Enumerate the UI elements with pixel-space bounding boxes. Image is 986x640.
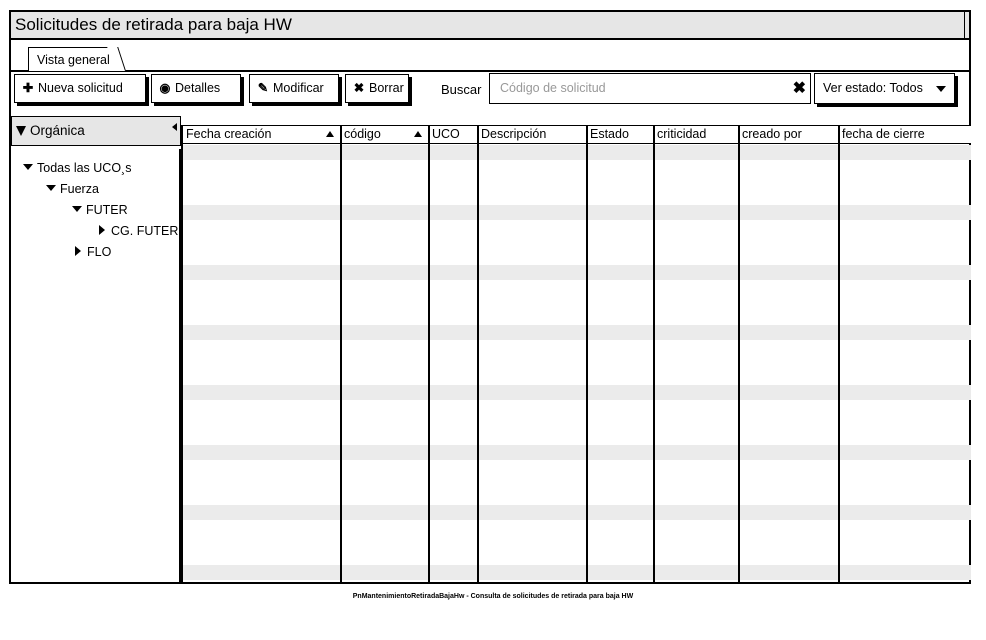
column-header-criticidad[interactable]: criticidad (654, 126, 738, 143)
requests-table: Fecha creación código UCO Descripción Es… (181, 125, 971, 584)
chevron-down-icon (936, 86, 946, 92)
column-header-label: UCO (432, 127, 460, 141)
table-row[interactable] (183, 445, 971, 460)
column-header-label: Descripción (481, 127, 547, 141)
new-request-label: Nueva solicitud (38, 81, 123, 95)
table-row[interactable] (183, 160, 971, 175)
tree-node-label: FLO (87, 245, 112, 259)
column-divider (586, 125, 588, 584)
tab-vista-general[interactable]: Vista general (28, 47, 119, 71)
close-icon: ✖ (353, 81, 365, 95)
details-label: Detalles (175, 81, 221, 95)
table-row[interactable] (183, 265, 971, 280)
sort-asc-icon[interactable] (414, 131, 422, 137)
new-request-button[interactable]: ✚ Nueva solicitud (14, 74, 146, 103)
table-row[interactable] (183, 145, 971, 160)
tree-node[interactable]: FUTER (72, 203, 128, 217)
column-divider (838, 125, 840, 584)
expanded-icon[interactable] (72, 206, 82, 212)
eye-icon: ◉ (159, 81, 171, 95)
search-placeholder: Código de solicitud (500, 81, 606, 95)
table-row[interactable] (183, 385, 971, 400)
title-bar-edge (964, 12, 969, 38)
column-header-fecha-cierre[interactable]: fecha de cierre (839, 126, 971, 143)
table-row[interactable] (183, 175, 971, 190)
column-header-fecha-creacion[interactable]: Fecha creación (183, 126, 340, 143)
table-row[interactable] (183, 325, 971, 340)
edit-label: Modificar (273, 81, 324, 95)
tree-node[interactable]: FLO (75, 245, 111, 259)
search-input[interactable]: Código de solicitud ✖ (489, 73, 811, 104)
title-bar: Solicitudes de retirada para baja HW (11, 12, 969, 40)
tree-node-label: FUTER (86, 203, 128, 217)
column-header-label: Estado (590, 127, 629, 141)
state-filter-select[interactable]: Ver estado: Todos (814, 73, 955, 104)
expanded-icon[interactable] (23, 164, 33, 170)
table-row[interactable] (183, 205, 971, 220)
column-header-label: creado por (742, 127, 802, 141)
delete-label: Borrar (369, 81, 404, 95)
edit-icon: ✎ (257, 81, 269, 95)
tab-row: Vista general (11, 40, 969, 72)
tree-node[interactable]: Todas las UCO¸s (23, 161, 131, 175)
state-filter-value: Ver estado: Todos (823, 81, 923, 95)
column-header-creado-por[interactable]: creado por (739, 126, 838, 143)
table-row[interactable] (183, 505, 971, 520)
plus-icon: ✚ (22, 81, 34, 95)
table-body (183, 145, 971, 584)
app-window: Solicitudes de retirada para baja HW Vis… (9, 10, 971, 584)
column-header-uco[interactable]: UCO (429, 126, 477, 143)
column-header-label: Fecha creación (186, 127, 272, 141)
search-label: Buscar (441, 82, 482, 97)
clear-search-icon[interactable]: ✖ (793, 78, 806, 98)
filter-icon (16, 126, 26, 136)
column-header-estado[interactable]: Estado (587, 126, 653, 143)
tab-label: Vista general (37, 53, 110, 67)
tree-node-label: CG. FUTER (111, 224, 179, 238)
column-divider (738, 125, 740, 584)
column-header-codigo[interactable]: código (341, 126, 428, 143)
column-divider (340, 125, 342, 584)
column-divider (653, 125, 655, 584)
tree-node[interactable]: Fuerza (46, 182, 99, 196)
collapsed-icon[interactable] (99, 225, 105, 235)
expanded-icon[interactable] (46, 185, 56, 191)
sort-asc-icon[interactable] (326, 131, 334, 137)
column-divider (428, 125, 430, 584)
delete-button[interactable]: ✖ Borrar (345, 74, 409, 103)
sidebar-title: Orgánica (30, 123, 85, 138)
column-header-descripcion[interactable]: Descripción (478, 126, 586, 143)
tree-node-label: Todas las UCO¸s (37, 161, 132, 175)
table-row[interactable] (183, 565, 971, 580)
sidebar-header[interactable]: Orgánica (11, 116, 181, 146)
column-header-label: criticidad (657, 127, 707, 141)
footer-caption: PnMantenimientoRetiradaBajaHw - Consulta… (352, 593, 634, 600)
column-header-label: código (344, 127, 381, 141)
collapsed-icon[interactable] (75, 246, 81, 256)
details-button[interactable]: ◉ Detalles (151, 74, 241, 103)
table-header: Fecha creación código UCO Descripción Es… (183, 125, 971, 144)
org-tree: Todas las UCO¸s Fuerza FUTER CG. FUTER F… (11, 149, 181, 584)
collapse-icon[interactable] (172, 123, 177, 131)
tree-node-label: Fuerza (60, 182, 99, 196)
column-header-label: fecha de cierre (842, 127, 925, 141)
tree-node[interactable]: CG. FUTER (99, 224, 178, 238)
column-divider (477, 125, 479, 584)
edit-button[interactable]: ✎ Modificar (249, 74, 339, 103)
window-title: Solicitudes de retirada para baja HW (15, 15, 292, 34)
